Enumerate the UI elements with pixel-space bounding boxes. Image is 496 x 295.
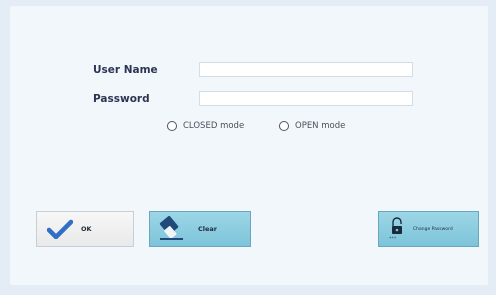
eraser-icon <box>154 216 188 242</box>
closed-mode-radio[interactable]: CLOSED mode <box>167 121 244 131</box>
radio-button-icon <box>167 121 177 131</box>
radio-button-icon <box>279 121 289 131</box>
change-password-button-label: Change Password <box>413 226 453 232</box>
closed-mode-label: CLOSED mode <box>183 121 245 131</box>
change-password-button[interactable]: *** Change Password <box>378 211 479 247</box>
ok-button-label: OK <box>81 225 92 233</box>
password-input[interactable] <box>199 91 413 106</box>
svg-text:***: *** <box>389 236 397 241</box>
checkmark-icon <box>43 219 77 239</box>
clear-button-label: Clear <box>198 225 217 233</box>
clear-button[interactable]: Clear <box>149 211 251 247</box>
username-input[interactable] <box>199 62 413 77</box>
open-mode-label: OPEN mode <box>295 121 346 131</box>
open-mode-radio[interactable]: OPEN mode <box>279 121 345 131</box>
password-label: Password <box>93 93 150 105</box>
ok-button[interactable]: OK <box>36 211 134 247</box>
username-label: User Name <box>93 64 158 76</box>
padlock-icon: *** <box>385 217 409 241</box>
